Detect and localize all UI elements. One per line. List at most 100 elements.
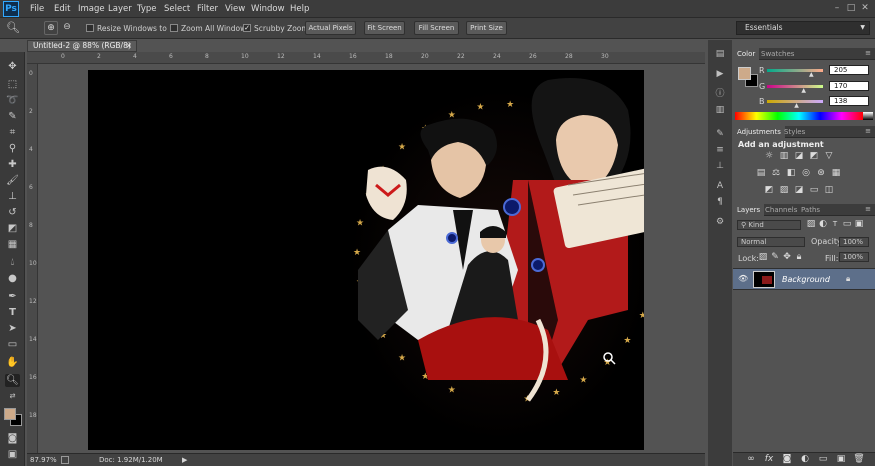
new-layer-icon[interactable]: ▣ xyxy=(835,454,847,465)
minimize-button[interactable]: – xyxy=(831,3,843,13)
selective-color-icon[interactable]: ◫ xyxy=(823,185,835,196)
document-tab[interactable]: Untitled-2 @ 88% (RGB/8) * × xyxy=(27,40,137,60)
new-group-icon[interactable]: ▭ xyxy=(817,454,829,465)
blur-tool-icon[interactable]: 💧︎ xyxy=(5,256,20,269)
tab-styles[interactable]: Styles xyxy=(780,126,809,138)
menu-select[interactable]: Select xyxy=(164,4,190,14)
lasso-tool-icon[interactable]: ➰ xyxy=(5,94,20,107)
vibrance-icon[interactable]: ▽ xyxy=(823,151,835,162)
clone-stamp-tool-icon[interactable]: ⊥ xyxy=(5,190,20,203)
quick-mask-icon[interactable]: ◙ xyxy=(5,432,20,445)
menu-file[interactable]: File xyxy=(30,4,44,14)
tab-channels[interactable]: Channels xyxy=(761,204,801,216)
menu-edit[interactable]: Edit xyxy=(54,4,70,14)
g-value-field[interactable]: 170 xyxy=(829,81,869,91)
dodge-tool-icon[interactable]: ● xyxy=(5,272,20,285)
eyedropper-tool-icon[interactable]: ⚲ xyxy=(5,142,20,155)
adjustment-layer-icon[interactable]: ◐ xyxy=(799,454,811,465)
layer-name[interactable]: Background xyxy=(782,275,830,284)
eraser-tool-icon[interactable]: ◩ xyxy=(5,222,20,235)
r-slider-thumb[interactable]: ▲ xyxy=(809,71,814,78)
document-canvas[interactable]: ★★★★★★★★★★★★★★★★★★★★★★★★★★★★★★ xyxy=(88,70,683,450)
pen-tool-icon[interactable]: ✒ xyxy=(5,290,20,303)
menu-image[interactable]: Image xyxy=(78,4,105,14)
tab-layers[interactable]: Layers xyxy=(733,204,765,216)
layer-row-background[interactable]: 👁︎ Background 🔒︎ xyxy=(733,268,875,290)
clone-source-icon[interactable]: ⊥ xyxy=(713,160,727,172)
filter-type-icon[interactable]: T xyxy=(829,219,841,230)
workspace-switcher[interactable]: Essentials ▼ xyxy=(736,21,870,35)
status-arrow-icon[interactable]: ▶ xyxy=(182,454,187,466)
b-slider-thumb[interactable]: ▲ xyxy=(794,102,799,109)
filter-adjustment-icon[interactable]: ◐ xyxy=(817,219,829,230)
grayscale-ramp[interactable] xyxy=(863,112,873,120)
menu-filter[interactable]: Filter xyxy=(197,4,218,14)
close-window-button[interactable]: ✕ xyxy=(859,3,871,13)
lock-position-icon[interactable]: ✥ xyxy=(781,252,793,263)
brush-presets-icon[interactable]: ✎ xyxy=(713,128,727,140)
menu-view[interactable]: View xyxy=(225,4,245,14)
type-tool-icon[interactable]: T xyxy=(5,306,20,319)
move-tool-icon[interactable]: ✥ xyxy=(5,60,20,73)
photo-filter-icon[interactable]: ◎ xyxy=(800,168,812,179)
actions-panel-icon[interactable]: ▶ xyxy=(713,68,727,80)
g-slider-thumb[interactable]: ▲ xyxy=(801,87,806,94)
hue-saturation-icon[interactable]: ▤ xyxy=(755,168,767,179)
tab-adjustments[interactable]: Adjustments xyxy=(733,126,785,138)
channel-mixer-icon[interactable]: ⊛ xyxy=(815,168,827,179)
lock-all-icon[interactable]: 🔒︎ xyxy=(793,252,805,263)
status-menu-icon[interactable] xyxy=(61,456,69,464)
lock-transparent-icon[interactable]: ▨ xyxy=(757,252,769,263)
resize-windows-checkbox[interactable] xyxy=(86,24,94,32)
zoom-out-icon[interactable]: ⊖ xyxy=(60,21,74,35)
marquee-tool-icon[interactable]: ⬚ xyxy=(5,78,20,91)
character-panel-icon[interactable]: A xyxy=(713,180,727,192)
panel-menu-icon[interactable]: ≡ xyxy=(865,127,871,135)
trash-icon[interactable]: 🗑︎ xyxy=(853,454,865,465)
invert-icon[interactable]: ◩ xyxy=(763,185,775,196)
r-value-field[interactable]: 205 xyxy=(829,65,869,75)
zoom-in-icon[interactable]: ⊕ xyxy=(44,21,58,35)
foreground-color-swatch[interactable] xyxy=(4,408,16,420)
filter-smart-icon[interactable]: ▣ xyxy=(853,219,865,230)
tab-color[interactable]: Color xyxy=(733,48,760,60)
zoom-tool-icon[interactable]: 🔍︎ xyxy=(5,374,20,387)
properties-panel-icon[interactable]: ▥ xyxy=(713,104,727,116)
panel-menu-icon[interactable]: ≡ xyxy=(865,49,871,57)
tool-presets-icon[interactable]: ⚙ xyxy=(713,216,727,228)
menu-window[interactable]: Window xyxy=(251,4,285,14)
print-size-button[interactable]: Print Size xyxy=(466,21,507,35)
screen-mode-icon[interactable]: ▣ xyxy=(5,448,20,461)
layer-filter-select[interactable]: ⚲ Kind xyxy=(737,220,801,230)
fill-screen-button[interactable]: Fill Screen xyxy=(414,21,459,35)
filter-pixel-icon[interactable]: ▨ xyxy=(805,219,817,230)
color-fg-swatch[interactable] xyxy=(738,67,751,80)
color-balance-icon[interactable]: ⚖ xyxy=(770,168,782,179)
hand-tool-icon[interactable]: ✋ xyxy=(5,356,20,369)
brightness-contrast-icon[interactable]: ☼ xyxy=(763,151,775,162)
filter-shape-icon[interactable]: ▭ xyxy=(841,219,853,230)
scrubby-zoom-checkbox[interactable]: ✓ xyxy=(243,24,251,32)
maximize-button[interactable]: □ xyxy=(845,3,857,13)
quick-select-tool-icon[interactable]: ✎ xyxy=(5,110,20,123)
menu-layer[interactable]: Layer xyxy=(108,4,132,14)
layer-style-icon[interactable]: fx xyxy=(763,454,775,465)
crop-tool-icon[interactable]: ⌗ xyxy=(5,126,20,139)
layer-mask-icon[interactable]: ◙ xyxy=(781,454,793,465)
threshold-icon[interactable]: ◪ xyxy=(793,185,805,196)
zoom-all-windows-checkbox[interactable] xyxy=(170,24,178,32)
fit-screen-button[interactable]: Fit Screen xyxy=(364,21,405,35)
link-layers-icon[interactable]: ∞ xyxy=(745,454,757,465)
fill-field[interactable]: 100% xyxy=(839,252,869,262)
panel-menu-icon[interactable]: ≡ xyxy=(865,205,871,213)
b-value-field[interactable]: 138 xyxy=(829,96,869,106)
history-brush-tool-icon[interactable]: ↺ xyxy=(5,206,20,219)
opacity-field[interactable]: 100% xyxy=(839,237,869,247)
visibility-eye-icon[interactable]: 👁︎ xyxy=(738,274,748,283)
swap-colors-icon[interactable]: ⇄ xyxy=(5,390,20,403)
r-slider[interactable] xyxy=(767,69,823,72)
exposure-icon[interactable]: ◩ xyxy=(808,151,820,162)
brush-panel-icon[interactable]: ≡ xyxy=(713,144,727,156)
tab-swatches[interactable]: Swatches xyxy=(757,48,798,60)
menu-type[interactable]: Type xyxy=(137,4,157,14)
